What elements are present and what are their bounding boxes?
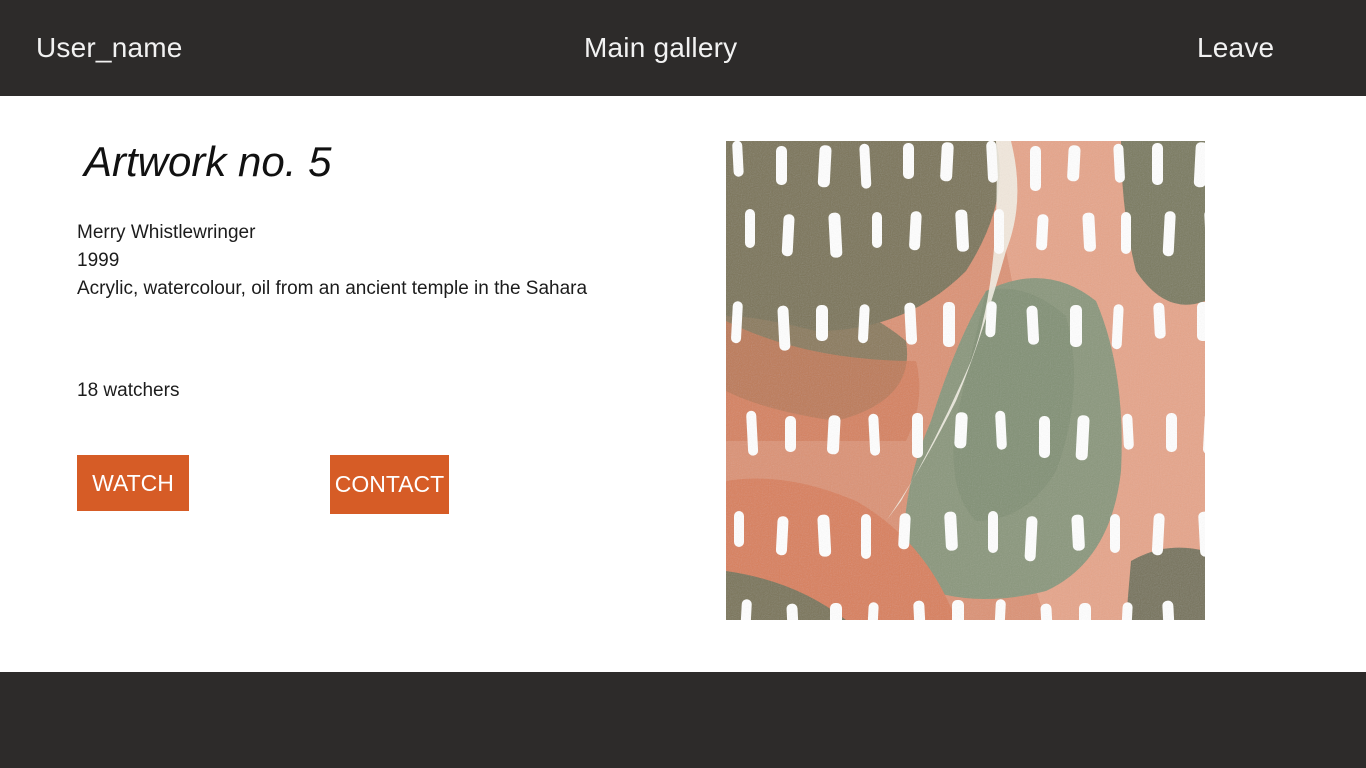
artwork-dash-mark [1071, 514, 1085, 551]
artwork-dash-mark [827, 415, 841, 455]
artwork-dash-mark [776, 146, 787, 185]
top-nav-bar: User_name Main gallery Leave [0, 0, 1366, 96]
artwork-dash-mark [1079, 603, 1091, 620]
artist-name: Merry Whistlewringer [77, 222, 256, 243]
artwork-dash-mark [1166, 413, 1177, 452]
artwork-dash-mark [904, 302, 918, 345]
artwork-dash-mark [817, 145, 832, 188]
artwork-dash-mark [903, 143, 914, 179]
artwork-title: Artwork no. 5 [84, 138, 332, 185]
artwork-dash-mark [954, 412, 968, 449]
artwork-dash-mark [1030, 146, 1041, 191]
artwork-dash-mark [1152, 143, 1163, 185]
artwork-dash-mark [1036, 214, 1049, 251]
artwork-dash-mark [940, 142, 954, 182]
artwork-year: 1999 [77, 250, 120, 271]
artwork-dash-mark [1075, 415, 1090, 461]
artwork-dash-mark [872, 212, 882, 248]
artwork-details: Merry Whistlewringer 1999 Acrylic, water… [77, 219, 597, 303]
artwork-dash-mark [898, 513, 911, 550]
artwork-dash-mark [985, 301, 997, 338]
artwork-dash-mark [828, 212, 843, 258]
artwork-dash-mark [994, 209, 1004, 254]
artwork-dash-mark [1151, 513, 1165, 556]
artwork-dash-mark [775, 516, 789, 556]
artwork-dash-mark [830, 603, 842, 620]
watch-button[interactable]: WATCH [77, 455, 189, 511]
artwork-dash-mark [1026, 305, 1040, 345]
artwork-dash-mark [1110, 514, 1120, 553]
artwork-dash-mark [745, 209, 755, 248]
artwork-dash-mark [1082, 212, 1096, 252]
artwork-dash-mark [1067, 145, 1081, 182]
artwork-dash-mark [912, 413, 923, 458]
artwork-dash-mark [1197, 302, 1205, 341]
artwork-dash-mark [817, 514, 832, 557]
artwork-dash-mark [1070, 305, 1082, 347]
artwork-dash-mark [734, 511, 744, 547]
artwork-dash-mark [816, 305, 828, 341]
user-name-link[interactable]: User_name [36, 28, 183, 68]
artwork-dash-mark [858, 304, 870, 344]
artwork-dash-mark [732, 141, 744, 177]
artwork-dash-mark [1039, 416, 1050, 458]
artwork-dash-mark [1121, 212, 1131, 254]
artwork-dash-mark [943, 302, 955, 347]
artwork-image [726, 141, 1205, 620]
artwork-medium: Acrylic, watercolour, oil from an ancien… [77, 278, 588, 299]
watchers-count: 18 watchers [77, 380, 180, 401]
main-gallery-link[interactable]: Main gallery [584, 28, 737, 68]
artwork-dash-mark [1122, 413, 1134, 450]
footer-bar [0, 672, 1366, 768]
artwork-dash-mark [988, 511, 998, 553]
leave-link[interactable]: Leave [1197, 28, 1274, 68]
artwork-dash-mark [1024, 516, 1038, 562]
artwork-dash-mark [909, 211, 922, 251]
artwork-dash-mark [995, 410, 1007, 450]
artwork-dash-mark [952, 600, 964, 620]
artwork-dash-mark [1153, 302, 1166, 339]
artwork-dash-mark [777, 305, 791, 351]
artwork-dash-mark [781, 214, 795, 257]
artwork-dash-mark [785, 416, 796, 452]
contact-button[interactable]: CONTACT [330, 455, 449, 514]
artwork-dash-mark [1162, 211, 1176, 257]
artwork-dash-mark [944, 511, 958, 551]
artwork-dash-mark [1113, 143, 1125, 183]
artwork-dash-mark [861, 514, 871, 559]
artwork-dash-mark [955, 209, 969, 252]
